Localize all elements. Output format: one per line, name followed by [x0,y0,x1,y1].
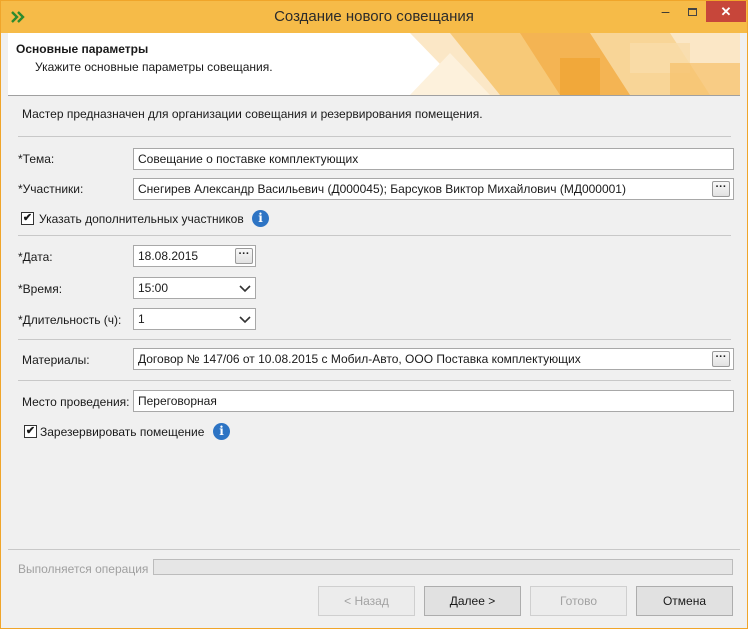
location-input[interactable]: Переговорная [133,390,734,412]
maximize-icon [688,8,697,17]
minimize-button[interactable]: – [652,1,679,22]
finish-button[interactable]: Готово [530,586,627,616]
topic-input[interactable]: Совещание о поставке комплектующих [133,148,734,170]
wizard-header: Основные параметры Укажите основные пара… [8,33,740,95]
info-icon[interactable]: i [252,210,269,227]
header-divider [8,95,740,96]
next-button[interactable]: Далее > [424,586,521,616]
title-bar[interactable]: Создание нового совещания – ✕ [1,1,747,33]
materials-label: Материалы: [22,353,90,367]
topic-label: *Тема: [18,152,55,166]
operation-progress-bar [153,559,733,575]
header-title: Основные параметры [16,42,149,56]
section-divider [18,235,731,236]
participants-input[interactable]: Снегирев Александр Васильевич (Д000045);… [133,178,734,200]
header-decoration [410,33,740,95]
section-divider [18,380,731,381]
date-label: *Дата: [18,250,53,264]
extra-participants-checkbox[interactable]: ✔ [21,212,34,225]
location-label: Место проведения: [22,395,130,409]
status-divider [8,549,740,550]
header-subtitle: Укажите основные параметры совещания. [35,60,273,74]
close-button[interactable]: ✕ [706,1,746,22]
date-picker-button[interactable]: ··· [235,248,253,264]
reserve-room-label[interactable]: Зарезервировать помещение [40,425,204,439]
info-icon[interactable]: i [213,423,230,440]
chevron-down-icon[interactable] [238,284,252,294]
wizard-description: Мастер предназначен для организации сове… [22,107,483,121]
chevron-down-icon[interactable] [238,315,252,325]
section-divider [18,339,731,340]
back-button[interactable]: < Назад [318,586,415,616]
extra-participants-label[interactable]: Указать дополнительных участников [39,212,244,226]
materials-input[interactable]: Договор № 147/06 от 10.08.2015 с Мобил-А… [133,348,734,370]
participants-select-button[interactable]: ··· [712,181,730,197]
duration-label: *Длительность (ч): [18,313,122,327]
time-label: *Время: [18,282,63,296]
section-divider [18,136,731,137]
participants-label: *Участники: [18,182,84,196]
materials-select-button[interactable]: ··· [712,351,730,367]
status-label: Выполняется операция [18,562,149,576]
cancel-button[interactable]: Отмена [636,586,733,616]
maximize-button[interactable] [679,1,706,22]
wizard-window: Создание нового совещания – ✕ Основные п… [0,0,748,629]
reserve-room-checkbox[interactable]: ✔ [24,425,37,438]
window-title: Создание нового совещания [274,8,474,25]
